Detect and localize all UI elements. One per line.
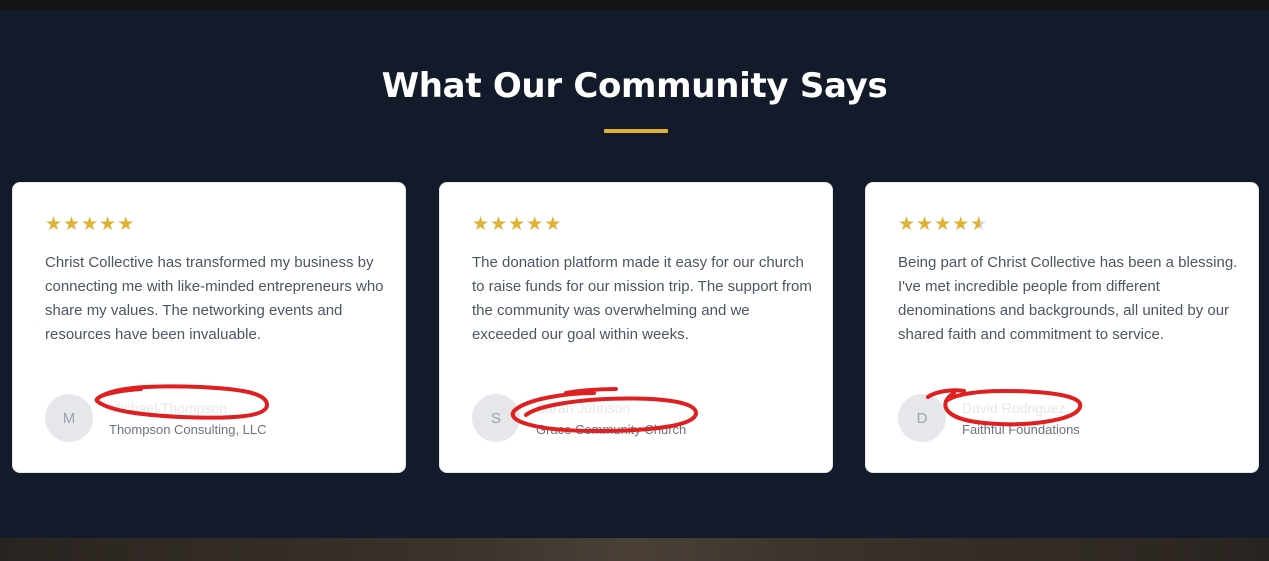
- star-icon: ★: [934, 213, 952, 235]
- author-organization: Thompson Consulting, LLC: [109, 422, 267, 437]
- star-icon: ★: [99, 213, 117, 235]
- star-rating: ★ ★ ★ ★ ★: [45, 213, 134, 235]
- star-icon: ★: [45, 213, 63, 235]
- star-icon: ★: [81, 213, 99, 235]
- author-name: Sarah Johnson: [536, 400, 631, 416]
- star-icon: ★: [490, 213, 508, 235]
- title-underline: [604, 129, 668, 133]
- testimonial-card: ★ ★ ★ ★ ★ Christ Collective has transfor…: [12, 182, 406, 473]
- star-rating: ★ ★ ★ ★ ★: [472, 213, 561, 235]
- star-icon: ★: [472, 213, 490, 235]
- section-title: What Our Community Says: [381, 66, 888, 106]
- star-icon: ★: [916, 213, 934, 235]
- half-star-icon: ★ ★: [970, 213, 987, 235]
- star-fill-icon: ★: [970, 213, 980, 235]
- author-organization: Grace Community Church: [536, 422, 687, 437]
- top-bar: [0, 0, 1269, 10]
- testimonial-quote: Christ Collective has transformed my bus…: [45, 254, 384, 343]
- star-icon: ★: [898, 213, 916, 235]
- author-name: David Rodriguez: [962, 400, 1066, 416]
- star-icon: ★: [526, 213, 544, 235]
- star-icon: ★: [952, 213, 970, 235]
- star-icon: ★: [63, 213, 81, 235]
- author-name: Michael Thompson: [109, 400, 228, 416]
- testimonial-card: ★ ★ ★ ★ ★ The donation platform made it …: [439, 182, 833, 473]
- star-icon: ★: [117, 213, 135, 235]
- testimonial-quote: Being part of Christ Collective has been…: [898, 254, 1238, 343]
- star-icon: ★: [508, 213, 526, 235]
- testimonial-card: ★ ★ ★ ★ ★ ★ Being part of Christ Collect…: [865, 182, 1259, 473]
- star-icon: ★: [544, 213, 562, 235]
- avatar: S: [472, 394, 520, 442]
- author-organization: Faithful Foundations: [962, 422, 1080, 437]
- avatar: D: [898, 394, 946, 442]
- testimonial-quote: The donation platform made it easy for o…: [472, 254, 812, 343]
- avatar: M: [45, 394, 93, 442]
- next-section-image: [0, 538, 1269, 561]
- star-rating: ★ ★ ★ ★ ★ ★: [898, 213, 987, 235]
